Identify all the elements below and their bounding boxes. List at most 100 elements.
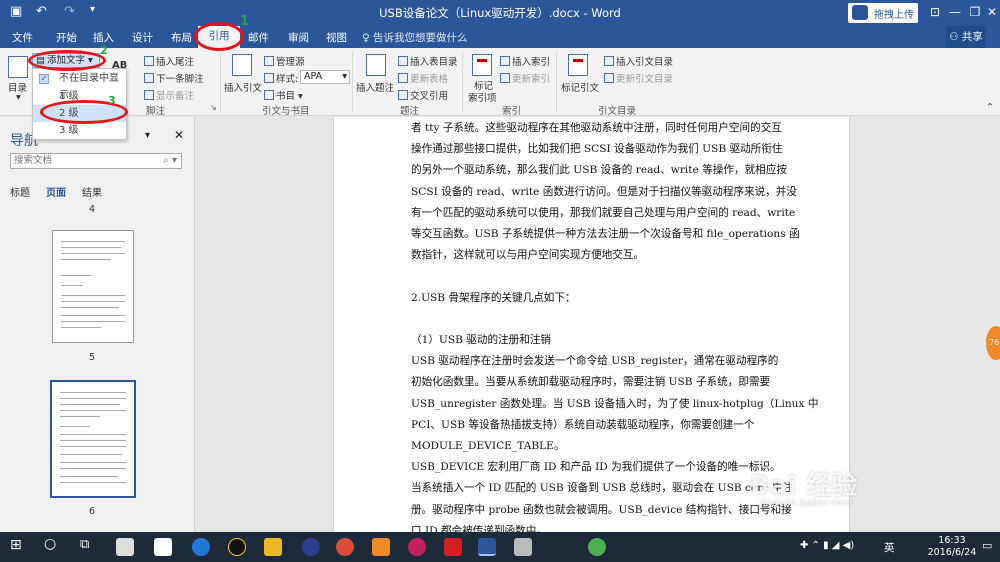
menu-item-level-3[interactable]: 3 级 — [33, 122, 126, 139]
annotation-number-1: 1 — [240, 14, 250, 29]
app-icon-3[interactable] — [514, 538, 532, 556]
close-button[interactable]: ✕ — [981, 3, 1000, 21]
document-line[interactable]: 册。驱动程序中 probe 函数也就会被调用。USB_device 结构指针、接… — [411, 500, 792, 522]
insert-citation-icon[interactable] — [232, 54, 252, 76]
tab-insert[interactable]: 插入 — [93, 30, 114, 45]
app-icon[interactable] — [116, 538, 134, 556]
tab-layout[interactable]: 布局 — [171, 30, 192, 45]
insert-endnote-button[interactable]: 插入尾注 — [144, 54, 194, 68]
tab-home[interactable]: 开始 — [56, 30, 77, 45]
person-icon: ⚇ — [949, 31, 959, 43]
tray-icons[interactable]: ✚ ⌃ ▮ ◢ ◀) — [800, 540, 854, 551]
manage-sources-icon — [264, 56, 274, 66]
bibliography-button[interactable]: 书目 ▾ — [264, 88, 303, 102]
mark-entry-button-line2[interactable]: 索引项 — [468, 90, 497, 104]
close-icon[interactable]: ✕ — [174, 128, 184, 142]
share-button[interactable]: ⚇ 共享 — [946, 26, 986, 48]
citation-style-value: APA — [304, 71, 323, 82]
document-line[interactable]: 的另外一个驱动系统，那么我们此 USB 设备的 read、write 等操作，就… — [411, 160, 787, 182]
nav-tab-pages[interactable]: 页面 — [46, 184, 66, 199]
tab-view[interactable]: 视图 — [326, 30, 347, 45]
browser-icon[interactable] — [302, 538, 320, 556]
annotation-number-2: 2 — [100, 44, 108, 57]
tab-mailings[interactable]: 邮件 — [248, 30, 269, 45]
document-line[interactable]: USB_unregister 函数处理。当 USB 设备插入时，为了使 linu… — [411, 394, 818, 416]
next-footnote-button[interactable]: 下一条脚注 — [144, 71, 204, 85]
notification-icon[interactable]: ▭ — [982, 539, 992, 552]
document-line[interactable]: 当系统插入一个 ID 匹配的 USB 设备到 USB 总线时，驱动会在 USB … — [411, 478, 793, 500]
style-icon — [264, 73, 274, 83]
side-float-badge[interactable]: 76 — [986, 326, 1000, 360]
page-thumbnail-5[interactable] — [52, 230, 134, 343]
chrome-icon[interactable] — [336, 538, 354, 556]
qq-icon[interactable] — [228, 538, 246, 556]
document-line[interactable]: 数指针，这样就可以与用户空间实现方便地交互。 — [411, 245, 776, 267]
ribbon-options-icon[interactable]: ⊡ — [924, 3, 946, 21]
task-view-icon[interactable]: ⧉ — [80, 537, 89, 552]
citation-style-select[interactable]: APA ▾ — [300, 70, 350, 84]
document-line[interactable]: 者 tty 子系统。这些驱动程序在其他驱动系统中注册，同时任何用户空间的交互 — [411, 118, 782, 140]
document-line[interactable]: SCSI 设备的 read、write 函数进行访问。但是对于扫描仪等驱动程序来… — [411, 182, 797, 204]
mark-citation-icon[interactable] — [568, 54, 588, 76]
insert-toa-button[interactable]: 插入引文目录 — [604, 54, 673, 68]
word-icon[interactable] — [478, 538, 496, 556]
collapse-ribbon-icon[interactable]: ⌃ — [986, 102, 994, 113]
tab-review[interactable]: 审阅 — [288, 30, 309, 45]
group-index: 索引 — [502, 106, 522, 117]
input-method-indicator[interactable]: 英 — [884, 540, 895, 555]
windows-start-icon[interactable]: ⊞ — [10, 537, 22, 553]
mark-entry-icon[interactable] — [472, 54, 492, 76]
insert-table-of-figures-button[interactable]: 插入表目录 — [398, 54, 458, 68]
insert-citation-button[interactable]: 插入引文 — [224, 80, 262, 94]
document-line[interactable]: 有一个匹配的驱动系统可以使用，那我们就要自己处理与用户空间的 read、writ… — [411, 203, 795, 225]
menu-item-do-not-show[interactable]: ✓ 不在目录中显示 — [33, 70, 126, 101]
nav-tab-headings[interactable]: 标题 — [10, 184, 30, 199]
group-table-of-authorities: 引文目录 — [598, 106, 637, 117]
show-notes-button[interactable]: 显示备注 — [144, 88, 194, 102]
endnote-icon — [144, 56, 154, 66]
document-line[interactable]: USB_DEVICE 宏利用厂商 ID 和产品 ID 为我们提供了一个设备的唯一… — [411, 457, 781, 479]
insert-index-button[interactable]: 插入索引 — [500, 54, 550, 68]
minimize-button[interactable]: — — [944, 3, 966, 21]
update-toa-button[interactable]: 更新引文目录 — [604, 71, 673, 85]
tell-me-box[interactable]: ♀ 告诉我您想要做什么 — [362, 30, 468, 45]
document-line[interactable]: USB 驱动程序在注册时会发送一个命令给 USB_register，通常在驱动程… — [411, 351, 778, 373]
document-line[interactable]: 等交互函数。USB 子系统提供一种方法去注册一个次设备号和 file_opera… — [411, 224, 800, 246]
watermark-logo: Bai 经验 — [750, 471, 858, 501]
search-icon[interactable]: ⌕ ▾ — [163, 154, 177, 168]
cross-reference-button[interactable]: 交叉引用 — [398, 88, 448, 102]
cortana-icon[interactable]: ○ — [44, 536, 56, 552]
kugou-icon[interactable] — [192, 538, 210, 556]
app-icon-2[interactable] — [372, 538, 390, 556]
lightbulb-icon: ♀ — [362, 32, 374, 44]
mark-citation-button[interactable]: 标记引文 — [561, 80, 599, 94]
tab-design[interactable]: 设计 — [132, 30, 153, 45]
toc-icon[interactable] — [8, 56, 28, 78]
update-table-button[interactable]: 更新表格 — [398, 71, 448, 85]
document-line[interactable]: MODULE_DEVICE_TABLE。 — [411, 436, 776, 458]
insert-caption-button[interactable]: 插入题注 — [356, 80, 394, 94]
player-icon[interactable] — [408, 538, 426, 556]
document-line[interactable]: （1）USB 驱动的注册和注销 — [411, 330, 776, 352]
chevron-down-icon[interactable]: ▾ — [16, 92, 21, 103]
document-line[interactable]: 操作通过那些接口提供，比如我们把 SCSI 设备驱动作为我们 USB 驱动所衔住 — [411, 139, 782, 161]
insert-caption-icon[interactable] — [366, 54, 386, 76]
store-icon[interactable] — [154, 538, 172, 556]
nav-search-input[interactable]: 搜索文档 ⌕ ▾ — [10, 153, 182, 169]
update-index-button[interactable]: 更新索引 — [500, 71, 550, 85]
wechat-icon[interactable] — [588, 538, 606, 556]
cloud-upload-button[interactable]: 拖拽上传 — [848, 3, 918, 23]
page-thumbnail-6[interactable] — [50, 380, 136, 498]
file-explorer-icon[interactable] — [264, 538, 282, 556]
document-line[interactable]: 2.USB 骨架程序的关键几点如下： — [411, 288, 776, 310]
share-label: 共享 — [961, 31, 983, 43]
system-clock[interactable]: 16:33 2016/6/24 — [924, 535, 980, 559]
pdf-icon[interactable] — [444, 538, 462, 556]
tab-file[interactable]: 文件 — [12, 30, 33, 45]
nav-tab-results[interactable]: 结果 — [82, 184, 102, 199]
manage-sources-button[interactable]: 管理源 — [264, 54, 305, 68]
footnote-launcher-icon[interactable]: ↘ — [210, 103, 217, 112]
document-line[interactable]: PCI、USB 等设备热插拔支持）系统自动装载驱动程序，你需要创建一个 — [411, 415, 776, 437]
document-line[interactable]: 初始化函数里。当要从系统卸载驱动程序时，需要注销 USB 子系统，即需要 — [411, 372, 776, 394]
nav-options-icon[interactable]: ▾ — [145, 130, 150, 141]
